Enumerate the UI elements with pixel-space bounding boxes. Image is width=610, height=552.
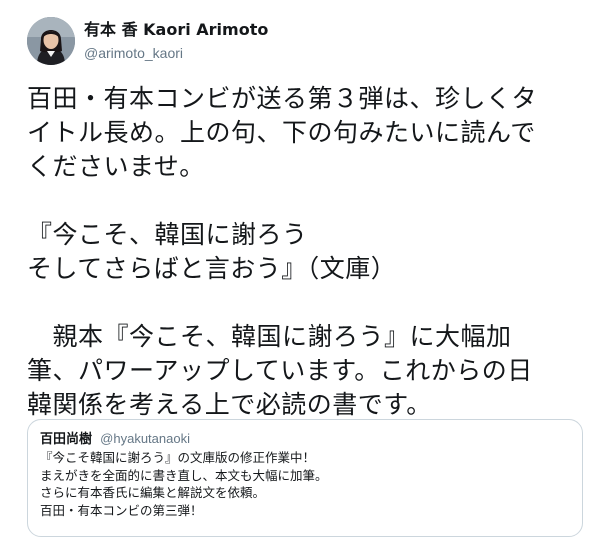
quoted-text-line: まえがきを全面的に書き直し、本文も大幅に加筆。: [40, 467, 328, 483]
quoted-text-line: 『今こそ韓国に謝ろう』の文庫版の修正作業中！: [40, 450, 316, 465]
tweet-text-line: 親本『今こそ、韓国に謝ろう』に大幅加: [27, 322, 512, 351]
quoted-tweet-text: 『今こそ韓国に謝ろう』の文庫版の修正作業中！ まえがきを全面的に書き直し、本文も…: [40, 449, 570, 519]
tweet-text-line: 『今こそ、韓国に謝ろう: [27, 220, 308, 249]
quoted-text-line: 百田・有本コンビの第三弾！: [40, 502, 203, 518]
tweet-text-line: そしてさらばと言おう』（文庫）: [27, 254, 397, 283]
tweet-card: 有本 香 Kaori Arimoto @arimoto_kaori 百田・有本コ…: [0, 0, 610, 552]
author-avatar[interactable]: [27, 17, 75, 65]
quoted-author-handle: @hyakutanaoki: [100, 431, 190, 446]
tweet-text-line: 筆、パワーアップしています。これからの日: [27, 356, 533, 385]
quoted-text-line: さらに有本香氏に編集と解説文を依頼。: [40, 485, 266, 500]
author-info: 有本 香 Kaori Arimoto @arimoto_kaori: [84, 20, 268, 62]
profile-photo-icon: [27, 17, 75, 65]
tweet-text-line: イトル長め。上の句、下の句みたいに読んで: [27, 118, 536, 147]
tweet-text-line: くださいませ。: [27, 152, 205, 181]
author-display-name[interactable]: 有本 香 Kaori Arimoto: [84, 20, 268, 40]
author-handle[interactable]: @arimoto_kaori: [84, 44, 268, 62]
quoted-tweet[interactable]: 百田尚樹 @hyakutanaoki 『今こそ韓国に謝ろう』の文庫版の修正作業中…: [27, 419, 583, 537]
tweet-text-line: 韓関係を考える上で必読の書です。: [27, 390, 432, 419]
quoted-tweet-header: 百田尚樹 @hyakutanaoki: [40, 430, 570, 448]
tweet-text: 百田・有本コンビが送る第３弾は、珍しくタ イトル長め。上の句、下の句みたいに読ん…: [27, 82, 587, 422]
tweet-text-line: 百田・有本コンビが送る第３弾は、珍しくタ: [27, 84, 538, 113]
quoted-author-name: 百田尚樹: [40, 432, 93, 447]
